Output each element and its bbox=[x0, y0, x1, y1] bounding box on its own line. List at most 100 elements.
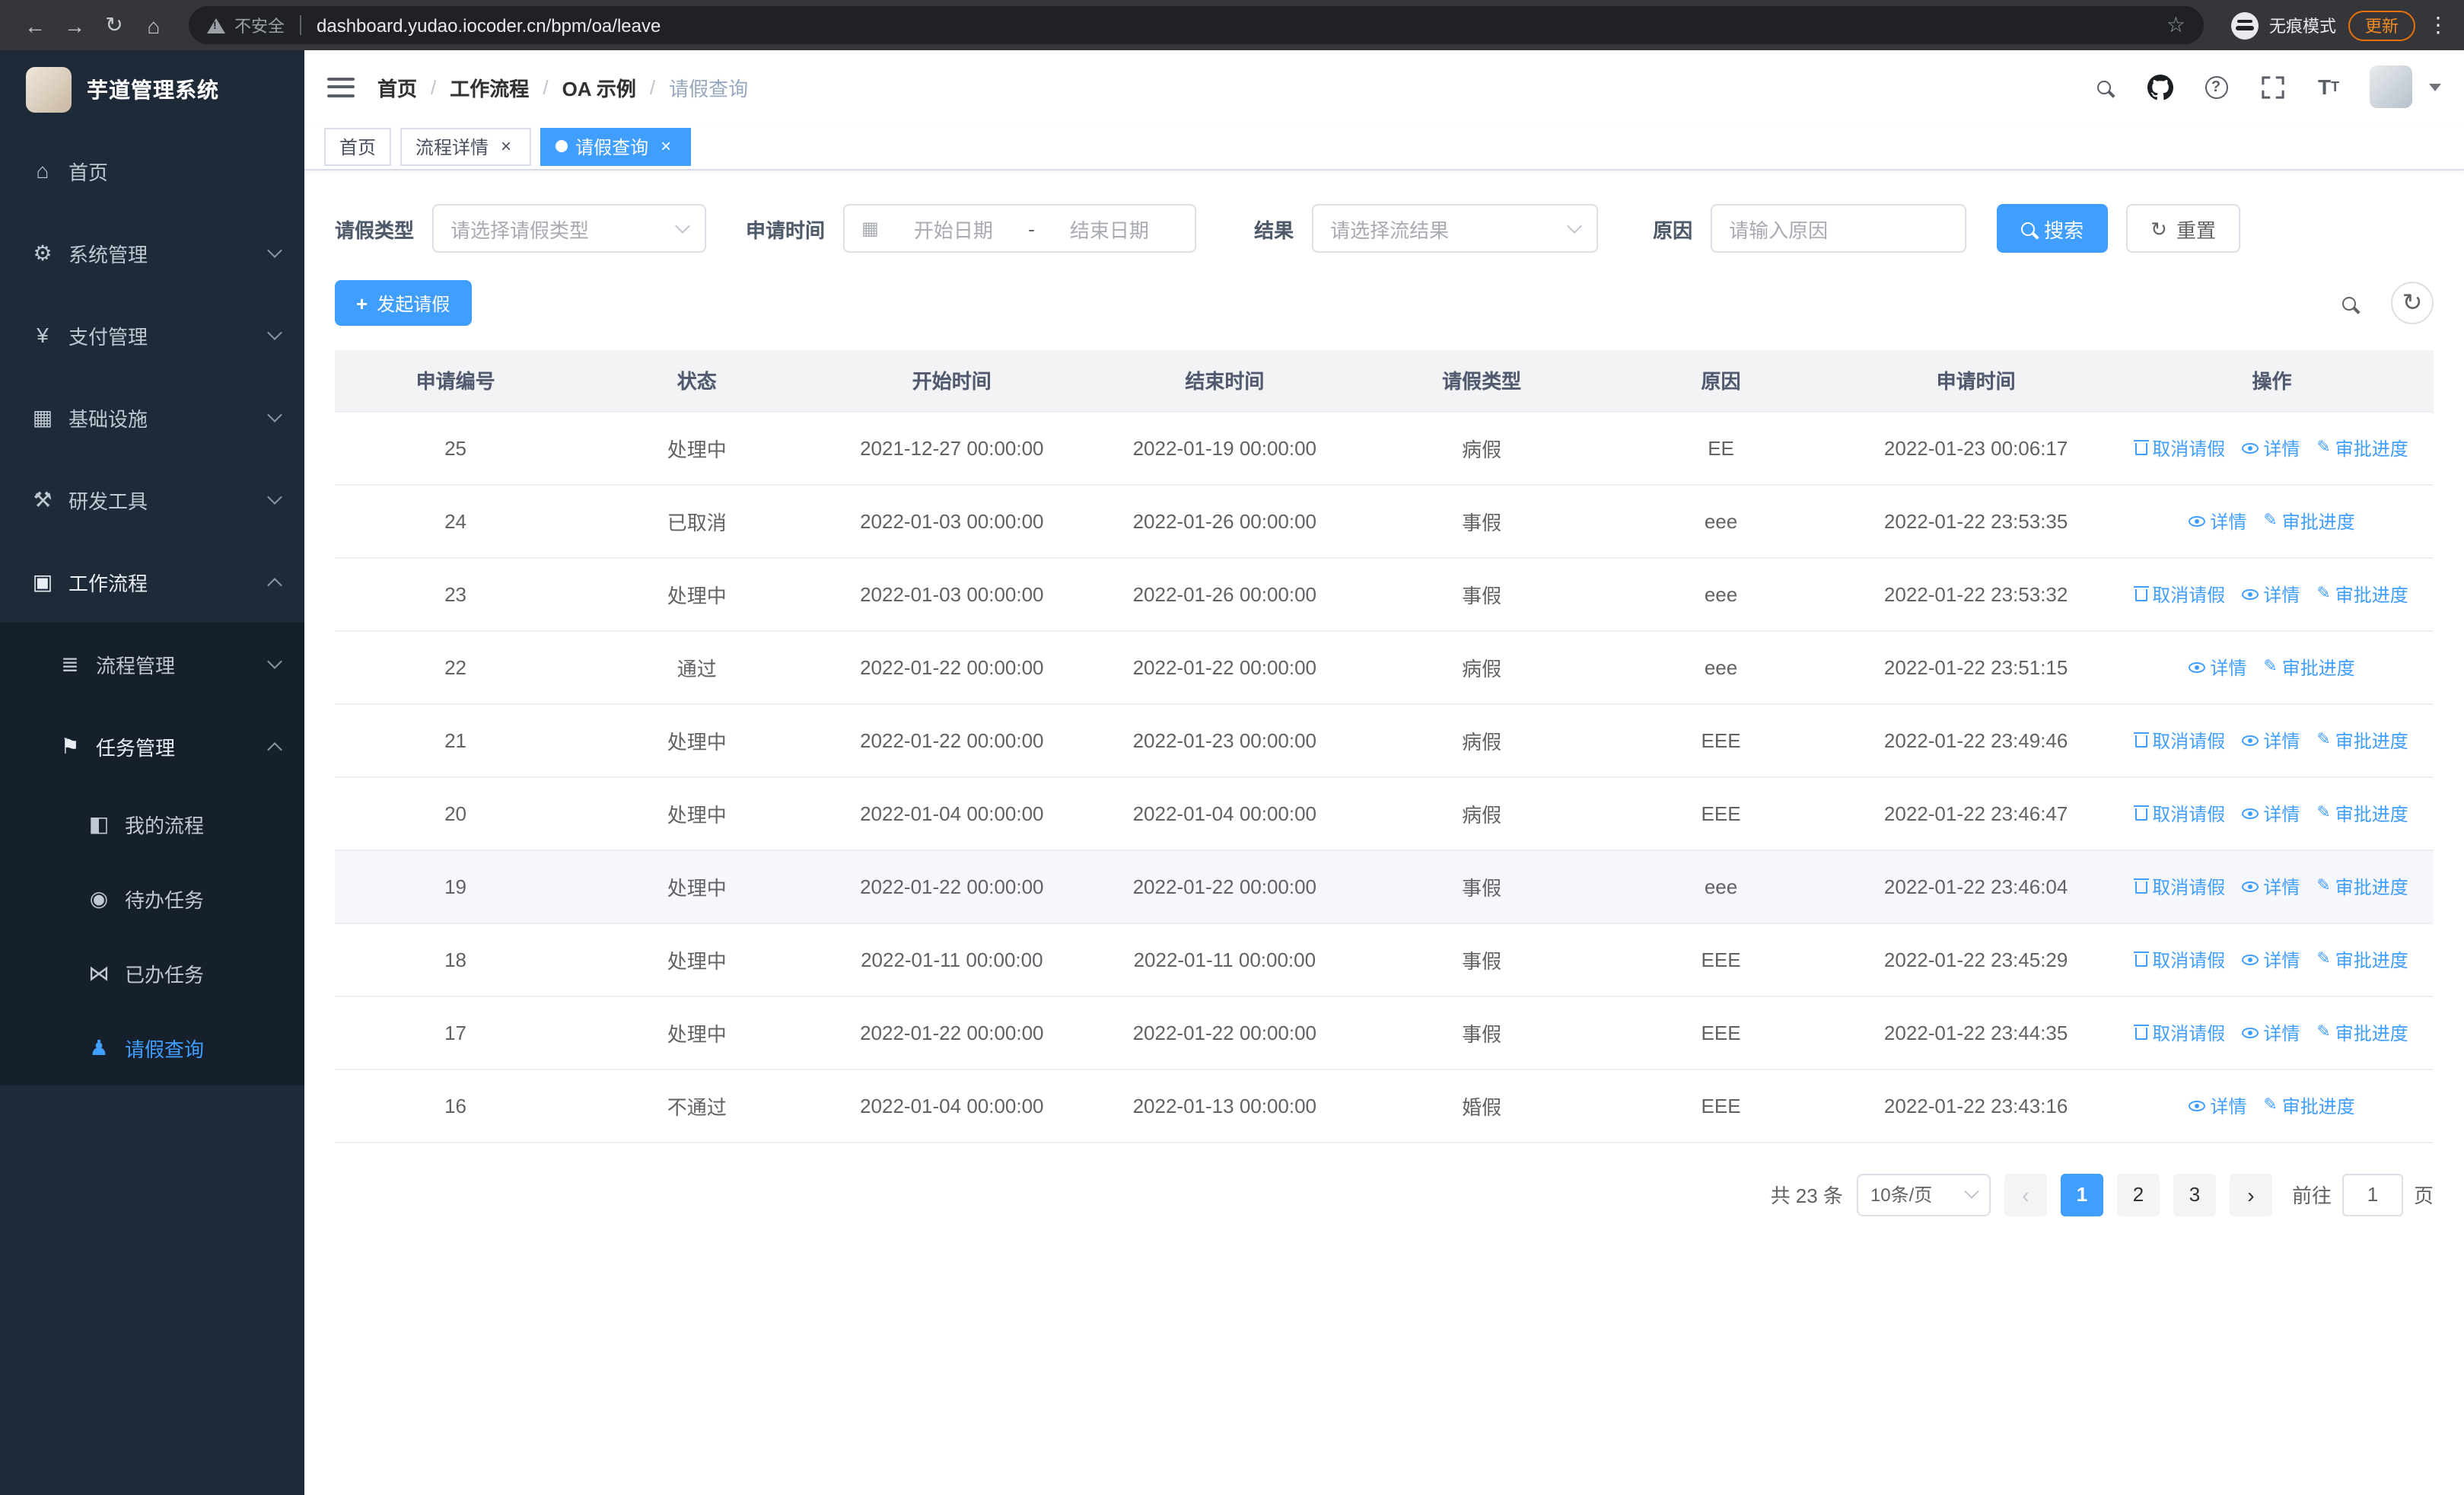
sidebar-item-payment-management[interactable]: ¥ 支付管理 bbox=[0, 294, 304, 376]
create-leave-button[interactable]: + 发起请假 bbox=[335, 280, 472, 326]
sidebar-item-done-tasks[interactable]: ⋈ 已办任务 bbox=[0, 936, 304, 1011]
cancel-leave-link[interactable]: 取消请假 bbox=[2134, 581, 2225, 607]
leave-type-select[interactable]: 请选择请假类型 bbox=[432, 204, 707, 253]
trash-icon bbox=[2134, 1025, 2150, 1040]
update-button[interactable]: 更新 bbox=[2348, 10, 2415, 40]
cell-start-time: 2022-01-22 00:00:00 bbox=[817, 630, 1087, 704]
browser-home-icon[interactable]: ⌂ bbox=[134, 5, 173, 45]
sidebar-item-leave-query[interactable]: ♟ 请假查询 bbox=[0, 1011, 304, 1085]
reason-label: 原因 bbox=[1653, 218, 1693, 241]
url-divider bbox=[300, 15, 301, 35]
detail-link[interactable]: 详情 bbox=[2189, 1092, 2246, 1118]
cell-operations: 取消请假 详情 ✎ 审批进度 bbox=[2110, 776, 2434, 850]
page-button-1[interactable]: 1 bbox=[2060, 1173, 2103, 1216]
page-button-2[interactable]: 2 bbox=[2116, 1173, 2160, 1216]
detail-link[interactable]: 详情 bbox=[2242, 800, 2300, 826]
back-icon[interactable]: ← bbox=[15, 5, 55, 45]
pagination-goto: 前往 页 bbox=[2292, 1173, 2434, 1216]
tab-label: 流程详情 bbox=[415, 136, 489, 158]
sidebar-item-devtools[interactable]: ⚒ 研发工具 bbox=[0, 458, 304, 540]
search-icon[interactable] bbox=[2088, 72, 2119, 102]
detail-link[interactable]: 详情 bbox=[2242, 727, 2300, 753]
help-icon[interactable]: ? bbox=[2201, 72, 2231, 102]
sidebar-item-task-management[interactable]: ⚑ 任务管理 bbox=[0, 705, 304, 787]
tab[interactable]: 首页 bbox=[324, 127, 392, 165]
github-icon[interactable] bbox=[2144, 72, 2175, 102]
cell-start-time: 2022-01-03 00:00:00 bbox=[817, 557, 1087, 631]
goto-suffix: 页 bbox=[2413, 1184, 2434, 1207]
date-range-picker[interactable]: ▦ 开始日期 - 结束日期 bbox=[843, 204, 1197, 253]
prev-page-button[interactable]: ‹ bbox=[2004, 1173, 2047, 1216]
forward-icon[interactable]: → bbox=[55, 5, 94, 45]
sidebar-item-my-process[interactable]: ◧ 我的流程 bbox=[0, 787, 304, 862]
cell-start-time: 2022-01-04 00:00:00 bbox=[817, 1069, 1087, 1143]
toggle-search-icon[interactable] bbox=[2327, 282, 2370, 324]
detail-link[interactable]: 详情 bbox=[2189, 508, 2246, 534]
breadcrumb-item[interactable]: OA 示例 bbox=[562, 72, 636, 101]
next-page-button[interactable]: › bbox=[2229, 1173, 2272, 1216]
search-button[interactable]: 搜索 bbox=[1997, 204, 2109, 253]
avatar-caret-icon[interactable] bbox=[2429, 83, 2441, 91]
font-size-icon[interactable]: TT bbox=[2313, 72, 2344, 102]
reason-placeholder: 请输入原因 bbox=[1729, 218, 1829, 241]
tab[interactable]: 流程详情 × bbox=[400, 127, 532, 165]
detail-link[interactable]: 详情 bbox=[2242, 1019, 2300, 1045]
approval-progress-link[interactable]: ✎ 审批进度 bbox=[2263, 654, 2354, 680]
incognito-label: 无痕模式 bbox=[2269, 18, 2336, 36]
cell-id: 21 bbox=[335, 703, 577, 777]
address-bar[interactable]: ! 不安全 dashboard.yudao.iocoder.cn/bpm/oa/… bbox=[189, 6, 2204, 44]
detail-link[interactable]: 详情 bbox=[2242, 873, 2300, 899]
breadcrumb-item[interactable]: 首页 bbox=[377, 72, 417, 101]
approval-progress-link[interactable]: ✎ 审批进度 bbox=[2316, 946, 2408, 972]
detail-link[interactable]: 详情 bbox=[2242, 946, 2300, 972]
detail-link[interactable]: 详情 bbox=[2242, 435, 2300, 461]
user-avatar[interactable] bbox=[2370, 65, 2412, 108]
cell-leave-type: 事假 bbox=[1363, 923, 1600, 996]
cancel-leave-link[interactable]: 取消请假 bbox=[2134, 873, 2225, 899]
fullscreen-icon[interactable] bbox=[2257, 72, 2287, 102]
page-size-select[interactable]: 10条/页 bbox=[1856, 1173, 1991, 1216]
sidebar-item-todo-tasks[interactable]: ◉ 待办任务 bbox=[0, 862, 304, 936]
approval-progress-link[interactable]: ✎ 审批进度 bbox=[2316, 800, 2408, 826]
edit-icon: ✎ bbox=[2316, 949, 2331, 967]
sidebar-item-process-management[interactable]: ≣ 流程管理 bbox=[0, 623, 304, 705]
tab-close-icon[interactable]: × bbox=[496, 136, 516, 156]
approval-progress-link[interactable]: ✎ 审批进度 bbox=[2316, 873, 2408, 899]
tab-close-icon[interactable]: × bbox=[656, 136, 676, 156]
approval-progress-link[interactable]: ✎ 审批进度 bbox=[2316, 727, 2408, 753]
reason-input[interactable]: 请输入原因 bbox=[1711, 204, 1967, 253]
approval-progress-link[interactable]: ✎ 审批进度 bbox=[2316, 435, 2408, 461]
refresh-table-icon[interactable]: ↻ bbox=[2391, 282, 2434, 324]
cancel-leave-link[interactable]: 取消请假 bbox=[2134, 800, 2225, 826]
detail-link[interactable]: 详情 bbox=[2242, 581, 2300, 607]
cancel-leave-link[interactable]: 取消请假 bbox=[2134, 727, 2225, 753]
sidebar-item-system-management[interactable]: ⚙ 系统管理 bbox=[0, 212, 304, 294]
browser-menu-icon[interactable]: ⋮ bbox=[2427, 12, 2449, 38]
page-button-3[interactable]: 3 bbox=[2173, 1173, 2216, 1216]
collapse-menu-icon[interactable] bbox=[327, 77, 355, 97]
tab[interactable]: 请假查询 × bbox=[540, 127, 692, 165]
cancel-leave-link[interactable]: 取消请假 bbox=[2134, 435, 2225, 461]
breadcrumb-item[interactable]: 工作流程 bbox=[450, 72, 529, 101]
cancel-leave-link[interactable]: 取消请假 bbox=[2134, 1019, 2225, 1045]
cell-apply-time: 2022-01-22 23:46:47 bbox=[1842, 776, 2111, 850]
result-select[interactable]: 请选择流结果 bbox=[1312, 204, 1599, 253]
approval-progress-link[interactable]: ✎ 审批进度 bbox=[2263, 508, 2354, 534]
goto-page-input[interactable] bbox=[2341, 1173, 2403, 1216]
sidebar-logo[interactable]: 芋道管理系统 bbox=[0, 50, 304, 129]
reload-icon[interactable]: ↻ bbox=[94, 5, 134, 45]
approval-progress-link[interactable]: ✎ 审批进度 bbox=[2316, 1019, 2408, 1045]
bookmark-star-icon[interactable]: ☆ bbox=[2166, 12, 2185, 38]
sidebar-item-infrastructure[interactable]: ▦ 基础设施 bbox=[0, 376, 304, 458]
detail-link[interactable]: 详情 bbox=[2189, 654, 2246, 680]
sidebar-item-home[interactable]: ⌂ 首页 bbox=[0, 129, 304, 212]
sidebar-item-workflow[interactable]: ▣ 工作流程 bbox=[0, 540, 304, 623]
cancel-leave-link[interactable]: 取消请假 bbox=[2134, 946, 2225, 972]
table-row: 18 处理中 2022-01-11 00:00:00 2022-01-11 00:00… bbox=[335, 923, 2434, 996]
tab-label: 请假查询 bbox=[575, 136, 649, 158]
result-label: 结果 bbox=[1254, 218, 1294, 241]
approval-progress-link[interactable]: ✎ 审批进度 bbox=[2316, 581, 2408, 607]
approval-progress-link[interactable]: ✎ 审批进度 bbox=[2263, 1092, 2354, 1118]
reset-button[interactable]: ↻ 重置 bbox=[2126, 204, 2240, 253]
cell-operations: 取消请假 详情 ✎ 审批进度 bbox=[2110, 557, 2434, 631]
